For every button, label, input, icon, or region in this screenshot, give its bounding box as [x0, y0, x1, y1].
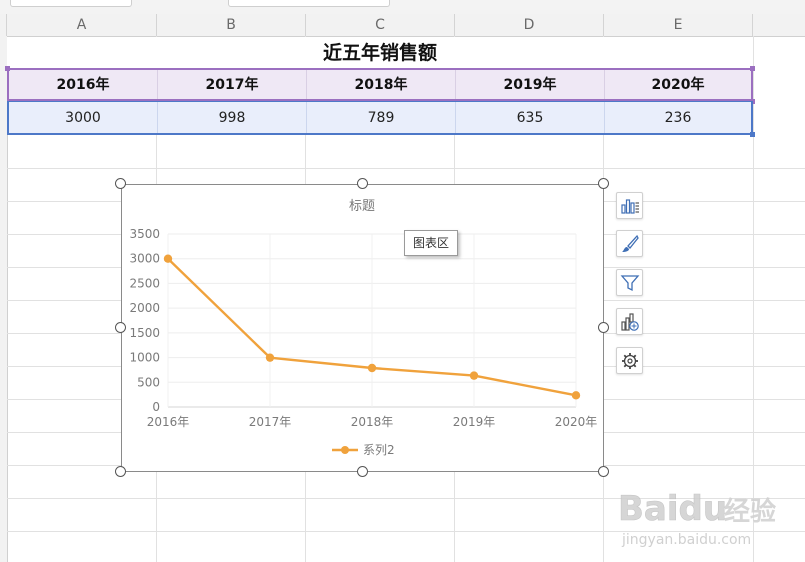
column-headers: A B C D E — [0, 14, 805, 37]
column-header-c[interactable]: C — [306, 14, 455, 36]
chart-title: 标题 — [349, 199, 375, 214]
year-cell[interactable]: 2018年 — [307, 70, 456, 99]
y-tick-label: 0 — [152, 400, 160, 414]
watermark-brand-suffix: 经验 — [724, 496, 776, 527]
data-point — [469, 371, 479, 380]
resize-handle[interactable] — [115, 466, 126, 477]
column-header-b[interactable]: B — [157, 14, 306, 36]
x-tick-label: 2017年 — [249, 415, 292, 429]
year-cell[interactable]: 2020年 — [605, 70, 751, 99]
resize-handle[interactable] — [598, 322, 609, 333]
brush-icon — [622, 234, 639, 252]
chart-elements-button[interactable] — [616, 192, 643, 219]
y-tick-label: 1500 — [129, 326, 160, 340]
chart-settings-button[interactable] — [616, 347, 643, 374]
value-cell[interactable]: 998 — [158, 102, 307, 133]
x-tick-label: 2020年 — [555, 415, 598, 429]
gridline — [7, 168, 805, 169]
toolbar-strip — [0, 0, 805, 15]
gear-icon — [622, 353, 638, 369]
chart-filter-button[interactable] — [616, 269, 643, 296]
chart-area-tooltip: 图表区 — [404, 230, 459, 256]
column-header-e[interactable]: E — [604, 14, 753, 36]
y-tick-label: 2500 — [129, 276, 160, 290]
year-cell[interactable]: 2019年 — [456, 70, 605, 99]
range-handle[interactable] — [750, 132, 755, 137]
year-cell[interactable]: 2017年 — [158, 70, 307, 99]
data-point — [367, 363, 377, 373]
value-cell[interactable]: 635 — [456, 102, 605, 133]
data-point — [163, 254, 173, 263]
value-cell[interactable]: 3000 — [9, 102, 158, 133]
legend-label: 系列2 — [363, 443, 395, 457]
chart-type-button[interactable] — [616, 308, 643, 335]
spreadsheet: A B C D E 近五年销售额 2016年 2017年 2018年 2019年… — [0, 0, 805, 562]
resize-handle[interactable] — [357, 466, 368, 477]
value-cell[interactable]: 236 — [605, 102, 751, 133]
resize-handle[interactable] — [598, 466, 609, 477]
baidu-jingyan-watermark: Baidu 经验 jingyan.baidu.com — [618, 489, 776, 548]
x-tick-label: 2019年 — [453, 415, 496, 429]
sheet-title-cell[interactable]: 近五年销售额 — [7, 37, 753, 69]
watermark-brand: Baidu — [618, 489, 727, 529]
chart-style-button[interactable] — [616, 230, 643, 257]
filter-icon — [620, 275, 640, 292]
value-cell[interactable]: 789 — [307, 102, 456, 133]
tab-fragment[interactable] — [228, 0, 390, 7]
y-tick-label: 1000 — [129, 351, 160, 365]
column-header-a[interactable]: A — [7, 14, 157, 36]
data-point — [571, 391, 581, 400]
chart-elements-icon — [621, 199, 639, 214]
select-all-corner[interactable] — [0, 14, 7, 36]
sales-value-row: 3000 998 789 635 236 — [7, 101, 753, 135]
y-tick-label: 500 — [137, 375, 160, 389]
line-chart[interactable]: 标题 0 500 1000 1500 2000 2500 3000 3500 2016年 2017年… — [121, 184, 604, 472]
range-handle[interactable] — [5, 66, 10, 71]
resize-handle[interactable] — [115, 322, 126, 333]
resize-handle[interactable] — [115, 178, 126, 189]
y-tick-label: 3000 — [129, 252, 160, 266]
year-header-row: 2016年 2017年 2018年 2019年 2020年 — [7, 68, 753, 101]
tab-fragment[interactable] — [10, 0, 132, 7]
column-header-d[interactable]: D — [455, 14, 604, 36]
resize-handle[interactable] — [357, 178, 368, 189]
x-tick-label: 2018年 — [351, 415, 394, 429]
legend-marker — [341, 446, 349, 454]
x-tick-label: 2016年 — [147, 415, 190, 429]
watermark-url: jingyan.baidu.com — [621, 532, 751, 548]
range-handle[interactable] — [750, 66, 755, 71]
data-point — [265, 353, 275, 362]
chart-type-icon — [621, 313, 639, 331]
year-cell[interactable]: 2016年 — [9, 70, 158, 99]
y-tick-label: 2000 — [129, 301, 160, 315]
resize-handle[interactable] — [598, 178, 609, 189]
y-tick-label: 3500 — [129, 227, 160, 241]
